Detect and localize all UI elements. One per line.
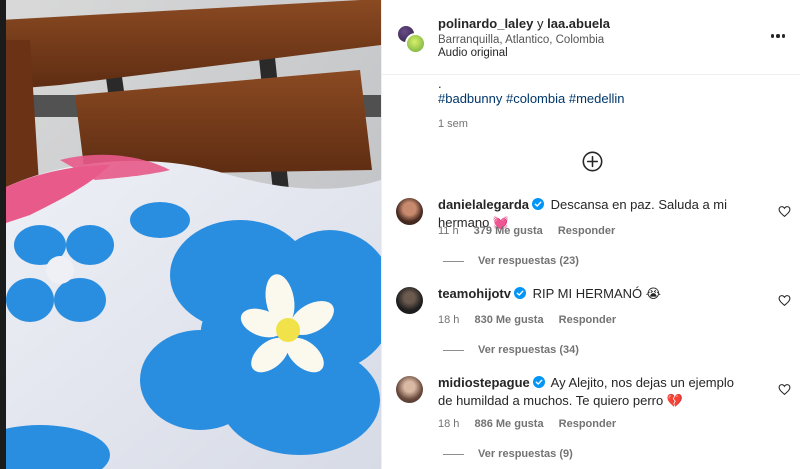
author-avatars[interactable] bbox=[396, 24, 426, 54]
verified-badge-icon bbox=[513, 287, 526, 299]
post-header: polinardo_laley y laa.abuela Barranquill… bbox=[382, 0, 800, 75]
commenter-avatar[interactable] bbox=[396, 287, 423, 314]
hashtag-link[interactable]: #medellin bbox=[569, 91, 625, 106]
verified-badge-icon bbox=[532, 198, 545, 210]
post-authors: polinardo_laley y laa.abuela bbox=[438, 16, 610, 32]
caption-timestamp[interactable]: 1 sem bbox=[438, 118, 468, 130]
reply-button[interactable]: Responder bbox=[559, 418, 616, 430]
view-replies-label: Ver respuestas (9) bbox=[478, 448, 573, 460]
view-replies-button[interactable]: Ver respuestas (23) bbox=[443, 255, 579, 267]
comment-meta: 18 h 830 Me gusta Responder bbox=[438, 314, 628, 326]
authors-joiner: y bbox=[537, 16, 544, 31]
heart-icon[interactable] bbox=[778, 205, 791, 218]
comment-likes[interactable]: 830 Me gusta bbox=[474, 314, 543, 326]
plus-circle-icon[interactable] bbox=[582, 151, 603, 172]
view-replies-button[interactable]: Ver respuestas (34) bbox=[443, 344, 579, 356]
comment-meta: 11 h 379 Me gusta Responder bbox=[438, 225, 627, 237]
caption-hashtags: #badbunny #colombia #medellin bbox=[438, 91, 625, 107]
comment-meta: 18 h 886 Me gusta Responder bbox=[438, 418, 628, 430]
reply-button[interactable]: Responder bbox=[559, 314, 616, 326]
commenter-avatar[interactable] bbox=[396, 376, 423, 403]
verified-badge-icon bbox=[532, 376, 545, 388]
view-replies-label: Ver respuestas (23) bbox=[478, 255, 579, 267]
comment-time[interactable]: 18 h bbox=[438, 314, 459, 326]
hashtag-link[interactable]: #colombia bbox=[506, 91, 565, 106]
comment-text: RIP MI HERMANÓ 😭 bbox=[532, 286, 661, 301]
caption-text: . bbox=[438, 76, 442, 91]
comment-likes[interactable]: 886 Me gusta bbox=[474, 418, 543, 430]
heart-icon[interactable] bbox=[778, 294, 791, 307]
comment-likes[interactable]: 379 Me gusta bbox=[474, 225, 543, 237]
commenter-username[interactable]: midiostepague bbox=[438, 375, 530, 390]
comment-body: teamohijotv RIP MI HERMANÓ 😭 bbox=[438, 285, 768, 303]
commenter-username[interactable]: danielalegarda bbox=[438, 197, 529, 212]
replies-divider bbox=[443, 349, 464, 351]
hashtag-link[interactable]: #badbunny bbox=[438, 91, 502, 106]
heart-icon[interactable] bbox=[778, 383, 791, 396]
comment-time[interactable]: 18 h bbox=[438, 418, 459, 430]
coauthor-avatar[interactable] bbox=[405, 33, 426, 54]
post-side-panel: polinardo_laley y laa.abuela Barranquill… bbox=[381, 0, 800, 469]
commenter-username[interactable]: teamohijotv bbox=[438, 286, 511, 301]
post-media[interactable] bbox=[0, 0, 381, 469]
post-photo bbox=[0, 0, 381, 469]
replies-divider bbox=[443, 260, 464, 262]
view-replies-label: Ver respuestas (34) bbox=[478, 344, 579, 356]
comment-time[interactable]: 11 h bbox=[438, 225, 459, 237]
reply-button[interactable]: Responder bbox=[558, 225, 615, 237]
commenter-avatar[interactable] bbox=[396, 198, 423, 225]
post-audio[interactable]: Audio original bbox=[438, 46, 508, 60]
more-horizontal-icon[interactable] bbox=[768, 26, 788, 46]
post-location[interactable]: Barranquilla, Atlantico, Colombia bbox=[438, 33, 604, 47]
author-username[interactable]: polinardo_laley bbox=[438, 16, 533, 31]
coauthor-username[interactable]: laa.abuela bbox=[547, 16, 610, 31]
replies-divider bbox=[443, 453, 464, 455]
comment-body: midiostepague Ay Alejito, nos dejas un e… bbox=[438, 374, 738, 410]
view-replies-button[interactable]: Ver respuestas (9) bbox=[443, 448, 573, 460]
